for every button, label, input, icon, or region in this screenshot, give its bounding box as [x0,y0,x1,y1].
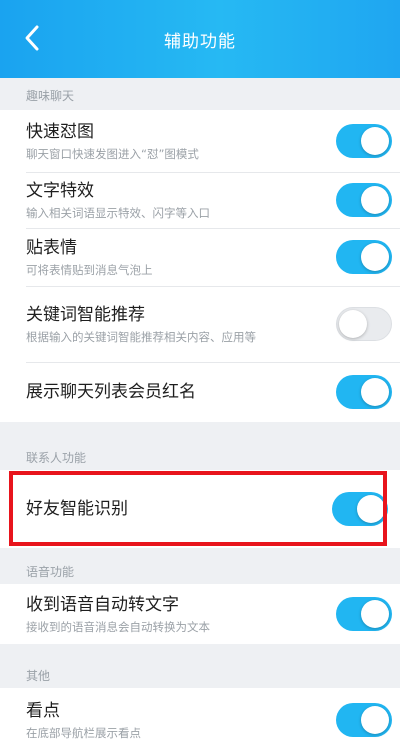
toggle-knob [361,186,389,214]
setting-row-sticker[interactable]: 贴表情 可将表情贴到消息气泡上 [0,228,400,286]
toggle-text-effects[interactable] [336,183,392,217]
toggle-red-name[interactable] [336,375,392,409]
toggle-knob [361,378,389,406]
group-fun-chat: 快速怼图 聊天窗口快速发图进入“怼”图模式 文字特效 输入相关词语显示特效、闪字… [0,110,400,422]
setting-row-text-effects[interactable]: 文字特效 输入相关词语显示特效、闪字等入口 [0,172,400,228]
section-label-voice: 语音功能 [26,565,75,579]
group-other: 看点 在底部导航栏展示看点 [0,688,400,749]
toggle-smart-recognition[interactable] [332,492,388,526]
setting-row-keyword-recommend[interactable]: 关键词智能推荐 根据输入的关键词智能推荐相关内容、应用等 [0,286,400,362]
toggle-knob [361,127,389,155]
setting-description: 聊天窗口快速发图进入“怼”图模式 [26,146,199,161]
toggle-knob [357,495,385,523]
setting-description: 接收到的语音消息会自动转换为文本 [26,619,210,634]
toggle-knob [361,706,389,734]
group-voice: 收到语音自动转文字 接收到的语音消息会自动转换为文本 [0,584,400,644]
group-contacts: 好友智能识别 [0,470,400,548]
top-bar: 辅助功能 [0,0,400,78]
toggle-quick-meme[interactable] [336,124,392,158]
chevron-left-icon [25,25,39,51]
back-button[interactable] [20,20,44,56]
page-title: 辅助功能 [164,31,236,52]
setting-row-kandian[interactable]: 看点 在底部导航栏展示看点 [0,688,400,749]
toggle-kandian[interactable] [336,703,392,737]
setting-row-voice-to-text[interactable]: 收到语音自动转文字 接收到的语音消息会自动转换为文本 [0,584,400,644]
toggle-knob [361,243,389,271]
setting-row-quick-meme[interactable]: 快速怼图 聊天窗口快速发图进入“怼”图模式 [0,110,400,172]
toggle-knob [361,600,389,628]
toggle-keyword-recommend[interactable] [336,307,392,341]
toggle-voice-to-text[interactable] [336,597,392,631]
toggle-knob [339,310,367,338]
toggle-sticker[interactable] [336,240,392,274]
section-label-contacts: 联系人功能 [26,451,87,465]
section-label-other: 其他 [26,669,51,683]
setting-description: 输入相关词语显示特效、闪字等入口 [26,205,210,220]
setting-row-red-name[interactable]: 展示聊天列表会员红名 [0,362,400,422]
setting-row-smart-recognition[interactable]: 好友智能识别 [0,470,400,548]
setting-description: 在底部导航栏展示看点 [26,725,141,740]
setting-description: 可将表情贴到消息气泡上 [26,262,153,277]
setting-description: 根据输入的关键词智能推荐相关内容、应用等 [26,329,256,344]
section-label-fun-chat: 趣味聊天 [26,89,75,103]
